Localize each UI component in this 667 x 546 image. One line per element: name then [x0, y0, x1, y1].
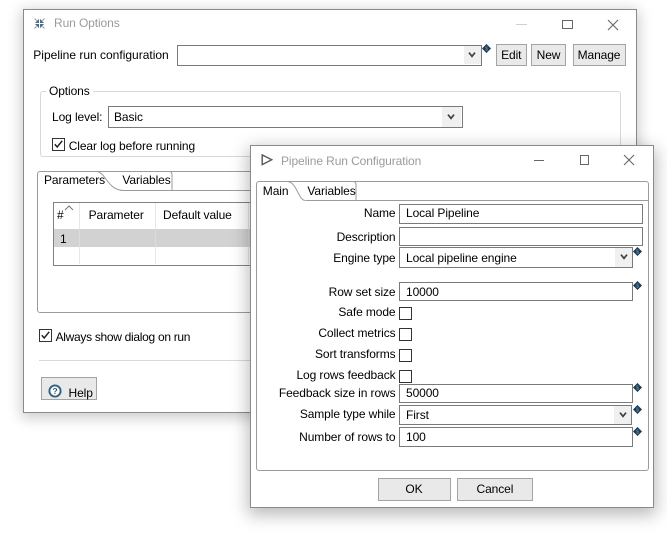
svg-text:$: $	[636, 249, 639, 255]
svg-text:$: $	[636, 429, 639, 435]
svg-text:?: ?	[52, 386, 57, 396]
svg-text:$: $	[485, 47, 488, 53]
svg-text:$: $	[636, 385, 639, 391]
svg-text:$: $	[636, 407, 639, 413]
svg-text:$: $	[636, 283, 639, 289]
